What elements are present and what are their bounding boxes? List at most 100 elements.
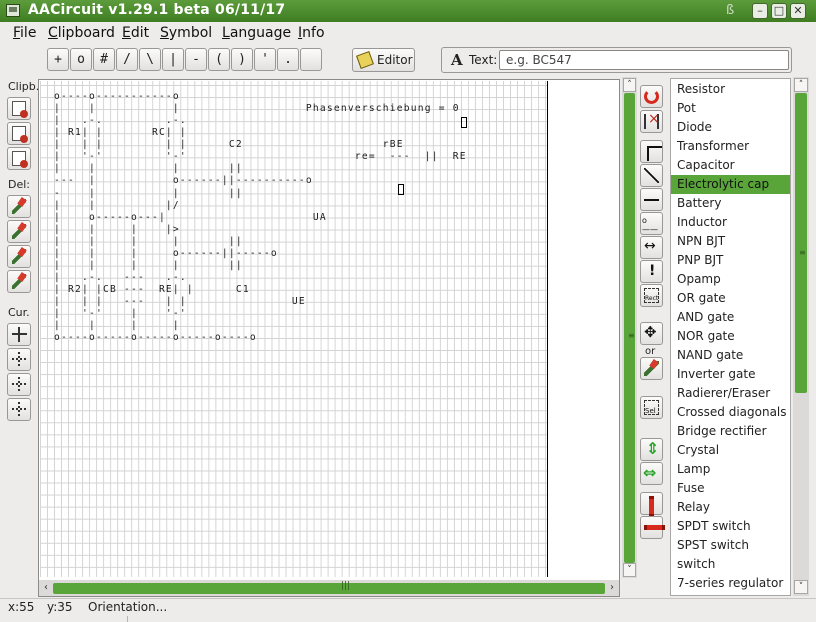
shrink-horizontal-button[interactable] bbox=[640, 516, 665, 539]
stretch-horizontal-button[interactable] bbox=[640, 462, 663, 485]
symbol-item[interactable]: Crossed diagonals bbox=[671, 403, 790, 422]
symbol-tools-scrollbar[interactable]: ˄ ≡ ˅ bbox=[622, 77, 637, 578]
symbol-item[interactable]: Resistor bbox=[671, 80, 790, 99]
symbol-item[interactable]: Transformer bbox=[671, 137, 790, 156]
symbol-item[interactable]: Fuse bbox=[671, 479, 790, 498]
symbol-item[interactable]: Inverter gate bbox=[671, 365, 790, 384]
char-blank-button[interactable] bbox=[300, 48, 322, 71]
clipboard-paste-button[interactable] bbox=[7, 147, 31, 170]
wire-button[interactable] bbox=[640, 212, 663, 243]
delete-tool-3-button[interactable] bbox=[7, 245, 31, 268]
symbol-item[interactable]: PNP BJT bbox=[671, 251, 790, 270]
symbol-item[interactable]: Inductor bbox=[671, 213, 790, 232]
menu-clipboard[interactable]: Clipboard bbox=[48, 25, 115, 41]
char-rparen-button[interactable]: ) bbox=[231, 48, 253, 71]
close-button[interactable]: ✕ bbox=[790, 3, 806, 19]
menu-file[interactable]: File bbox=[13, 25, 36, 41]
eraser-icon bbox=[12, 274, 26, 289]
title-bar[interactable]: AACircuit v1.29.1 beta 06/11/17 ß – □ ✕ bbox=[0, 0, 816, 22]
maximize-button[interactable]: □ bbox=[771, 3, 787, 19]
vertical-scroll-thumb[interactable]: ≡ bbox=[795, 93, 807, 393]
symbol-list-scrollbar[interactable]: ˄ ≡ ˅ bbox=[793, 77, 809, 596]
diagonal-line-button[interactable] bbox=[640, 164, 663, 187]
scroll-down-icon[interactable]: ˅ bbox=[623, 563, 636, 577]
char-o-button[interactable]: o bbox=[70, 48, 92, 71]
horizontal-scrollbar[interactable]: ‹ ||| › bbox=[39, 580, 619, 596]
dimension-button[interactable] bbox=[640, 236, 663, 259]
text-input[interactable] bbox=[499, 50, 789, 70]
exclamation-button[interactable] bbox=[640, 260, 663, 283]
dotted-crosshair-icon bbox=[12, 377, 27, 392]
canvas-grid[interactable]: o----o-----------o | | | Phasenverschieb… bbox=[40, 81, 548, 577]
rotate-button[interactable] bbox=[640, 85, 663, 108]
symbol-item[interactable]: Diode bbox=[671, 118, 790, 137]
menu-edit[interactable]: Edit bbox=[122, 25, 149, 41]
symbol-item[interactable]: OR gate bbox=[671, 289, 790, 308]
delete-tool-1-button[interactable] bbox=[7, 195, 31, 218]
vertical-scroll-thumb[interactable]: ≡ bbox=[624, 93, 635, 563]
mirror-button[interactable] bbox=[640, 110, 663, 133]
editor-button[interactable]: Editor bbox=[352, 48, 415, 72]
text-label: Text: bbox=[469, 53, 498, 67]
move-erase-button[interactable] bbox=[640, 357, 663, 380]
symbol-item[interactable]: 7-series regulator bbox=[671, 574, 790, 593]
char-lparen-button[interactable]: ( bbox=[208, 48, 230, 71]
char-slash-button[interactable]: / bbox=[116, 48, 138, 71]
scroll-right-icon[interactable]: › bbox=[606, 581, 618, 595]
symbol-item[interactable]: Relay bbox=[671, 498, 790, 517]
char-apostrophe-button[interactable]: ' bbox=[254, 48, 276, 71]
char-dot-button[interactable]: . bbox=[277, 48, 299, 71]
symbol-item[interactable]: Radierer/Eraser bbox=[671, 384, 790, 403]
move-button[interactable] bbox=[640, 322, 663, 345]
shrink-vertical-button[interactable] bbox=[640, 492, 663, 517]
dotted-crosshair-icon bbox=[12, 352, 27, 367]
symbol-item[interactable]: AND gate bbox=[671, 308, 790, 327]
stretch-vertical-button[interactable] bbox=[640, 438, 663, 461]
symbol-item[interactable]: NPN BJT bbox=[671, 232, 790, 251]
window-menu-icon[interactable]: ß bbox=[726, 3, 734, 18]
symbol-item[interactable]: Bridge rectifier bbox=[671, 422, 790, 441]
delete-tool-4-button[interactable] bbox=[7, 270, 31, 293]
cursor-plus-button[interactable] bbox=[7, 323, 31, 346]
cursor-dotted-1-button[interactable] bbox=[7, 348, 31, 371]
symbol-item[interactable]: SPDT switch bbox=[671, 517, 790, 536]
mirror-icon bbox=[644, 111, 660, 129]
symbol-item[interactable]: Battery bbox=[671, 194, 790, 213]
scroll-left-icon[interactable]: ‹ bbox=[40, 581, 52, 595]
horizontal-line-button[interactable] bbox=[640, 188, 663, 211]
cursor-dotted-2-button[interactable] bbox=[7, 373, 31, 396]
char-backslash-button[interactable]: \ bbox=[139, 48, 161, 71]
scroll-up-icon[interactable]: ˄ bbox=[623, 78, 636, 92]
symbol-item[interactable]: SPST switch bbox=[671, 536, 790, 555]
symbol-item[interactable]: Lamp bbox=[671, 460, 790, 479]
corner-line-button[interactable] bbox=[640, 140, 663, 163]
drawing-canvas[interactable]: o----o-----------o | | | Phasenverschieb… bbox=[38, 79, 620, 597]
menu-language[interactable]: Language bbox=[222, 25, 291, 41]
clipboard-cut-button[interactable] bbox=[7, 122, 31, 145]
rectangle-button[interactable] bbox=[640, 284, 663, 307]
symbol-item[interactable]: Opamp bbox=[671, 270, 790, 289]
symbol-item[interactable]: Pot bbox=[671, 99, 790, 118]
char-plus-button[interactable]: + bbox=[47, 48, 69, 71]
select-button[interactable] bbox=[640, 396, 663, 419]
menu-info[interactable]: Info bbox=[298, 25, 325, 41]
diagonal-line-icon bbox=[644, 168, 659, 183]
char-pipe-button[interactable]: | bbox=[162, 48, 184, 71]
char-hash-button[interactable]: # bbox=[93, 48, 115, 71]
horizontal-scroll-thumb[interactable]: ||| bbox=[53, 581, 605, 594]
char-dash-button[interactable]: - bbox=[185, 48, 207, 71]
delete-tool-2-button[interactable] bbox=[7, 220, 31, 243]
minimize-button[interactable]: – bbox=[752, 3, 768, 19]
green-vertical-arrow-icon bbox=[644, 439, 659, 458]
symbol-item[interactable]: NOR gate bbox=[671, 327, 790, 346]
symbol-item[interactable]: Electrolytic cap bbox=[671, 175, 790, 194]
symbol-item[interactable]: Capacitor bbox=[671, 156, 790, 175]
symbol-item[interactable]: NAND gate bbox=[671, 346, 790, 365]
cursor-dotted-3-button[interactable] bbox=[7, 398, 31, 421]
scroll-up-icon[interactable]: ˄ bbox=[794, 78, 808, 92]
clipboard-copy-button[interactable] bbox=[7, 97, 31, 120]
symbol-item[interactable]: switch bbox=[671, 555, 790, 574]
menu-symbol[interactable]: Symbol bbox=[160, 25, 212, 41]
scroll-down-icon[interactable]: ˅ bbox=[794, 580, 808, 594]
symbol-item[interactable]: Crystal bbox=[671, 441, 790, 460]
